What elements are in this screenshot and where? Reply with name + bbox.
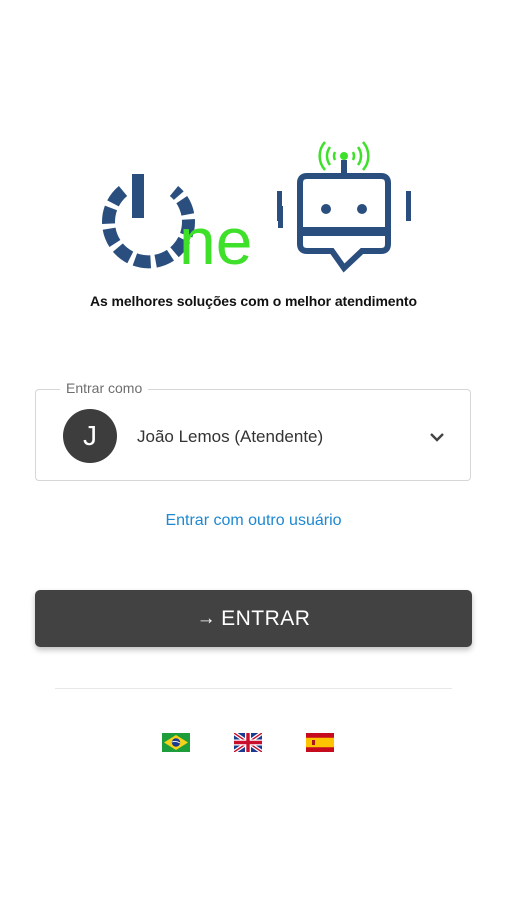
divider (55, 688, 452, 689)
chevron-down-icon[interactable] (428, 428, 446, 446)
uk-flag-icon[interactable] (234, 733, 262, 752)
arrow-right-icon: → (196, 607, 217, 629)
language-selector (0, 733, 507, 755)
one-bot-logo-icon: ne (102, 141, 411, 278)
spain-flag-icon[interactable] (306, 733, 334, 752)
enter-button-label: ENTRAR (221, 606, 311, 630)
logo-tagline: As melhores soluções com o melhor atendi… (90, 293, 417, 309)
svg-text:ne: ne (179, 204, 252, 278)
user-select[interactable]: Entrar como J João Lemos (Atendente) (35, 380, 471, 481)
enter-button[interactable]: → ENTRAR (35, 590, 472, 647)
brazil-flag-icon[interactable] (162, 733, 190, 752)
avatar: J (63, 409, 117, 463)
app-logo: ne As melhores soluções com o melhor ate… (0, 130, 507, 320)
selected-user-label: João Lemos (Atendente) (137, 427, 324, 446)
select-legend: Entrar como (60, 380, 149, 396)
other-user-link[interactable]: Entrar com outro usuário (0, 512, 507, 530)
